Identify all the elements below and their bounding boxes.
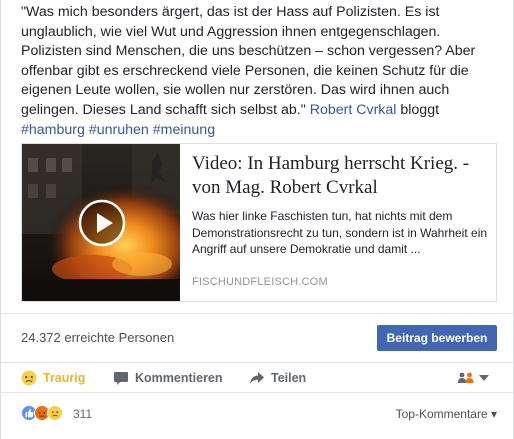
link-preview[interactable]: Video: In Hamburg herrscht Krieg. - von … bbox=[21, 143, 497, 302]
post-card: "Was mich besonders ärgert, das ist der … bbox=[0, 0, 514, 439]
reactions-summary: 311 Top-Kommentare ▾ bbox=[1, 396, 513, 430]
caret-down-icon bbox=[479, 375, 489, 381]
link-preview-title[interactable]: Video: In Hamburg herrscht Krieg. - von … bbox=[192, 152, 492, 200]
comment-icon bbox=[113, 370, 129, 386]
author-link[interactable]: Robert Cvrkal bbox=[310, 102, 397, 118]
link-preview-description: Was hier linke Faschisten tun, hat nicht… bbox=[192, 209, 488, 256]
hashtag-link[interactable]: #hamburg bbox=[21, 122, 85, 138]
audience-selector[interactable] bbox=[457, 369, 489, 387]
share-icon bbox=[249, 370, 265, 386]
sad-icon bbox=[21, 370, 37, 386]
hashtag-link[interactable]: #meinung bbox=[153, 122, 215, 138]
top-comments-dropdown[interactable]: Top-Kommentare ▾ bbox=[396, 407, 497, 421]
reaction-icons[interactable] bbox=[21, 405, 63, 421]
post-text: "Was mich besonders ärgert, das ist der … bbox=[21, 3, 501, 140]
reach-bar: 24.372 erreichte Personen Beitrag bewerb… bbox=[1, 313, 513, 363]
sad-label: Traurig bbox=[43, 371, 86, 385]
hashtag-link[interactable]: #unruhen bbox=[89, 122, 149, 138]
reach-count[interactable]: 24.372 erreichte Personen bbox=[21, 330, 174, 345]
share-button[interactable]: Teilen bbox=[249, 369, 306, 387]
author-suffix: bloggt bbox=[396, 101, 440, 118]
action-bar: Traurig Kommentieren Teilen bbox=[1, 363, 513, 393]
share-label: Teilen bbox=[271, 371, 307, 385]
sad-reaction-button[interactable]: Traurig bbox=[21, 369, 85, 387]
video-thumbnail[interactable] bbox=[22, 144, 180, 301]
play-icon[interactable] bbox=[78, 199, 126, 247]
comment-label: Kommentieren bbox=[135, 371, 223, 385]
sad-reaction-icon bbox=[47, 405, 63, 421]
audience-icon bbox=[458, 372, 474, 383]
boost-post-button[interactable]: Beitrag bewerben bbox=[377, 325, 497, 351]
post-quote: "Was mich besonders ärgert, das ist der … bbox=[21, 4, 476, 118]
reaction-count[interactable]: 311 bbox=[73, 407, 92, 421]
link-preview-content: Video: In Hamburg herrscht Krieg. - von … bbox=[192, 152, 492, 258]
comment-button[interactable]: Kommentieren bbox=[113, 369, 223, 387]
link-preview-domain: FISCHUNDFLEISCH.COM bbox=[192, 276, 328, 288]
